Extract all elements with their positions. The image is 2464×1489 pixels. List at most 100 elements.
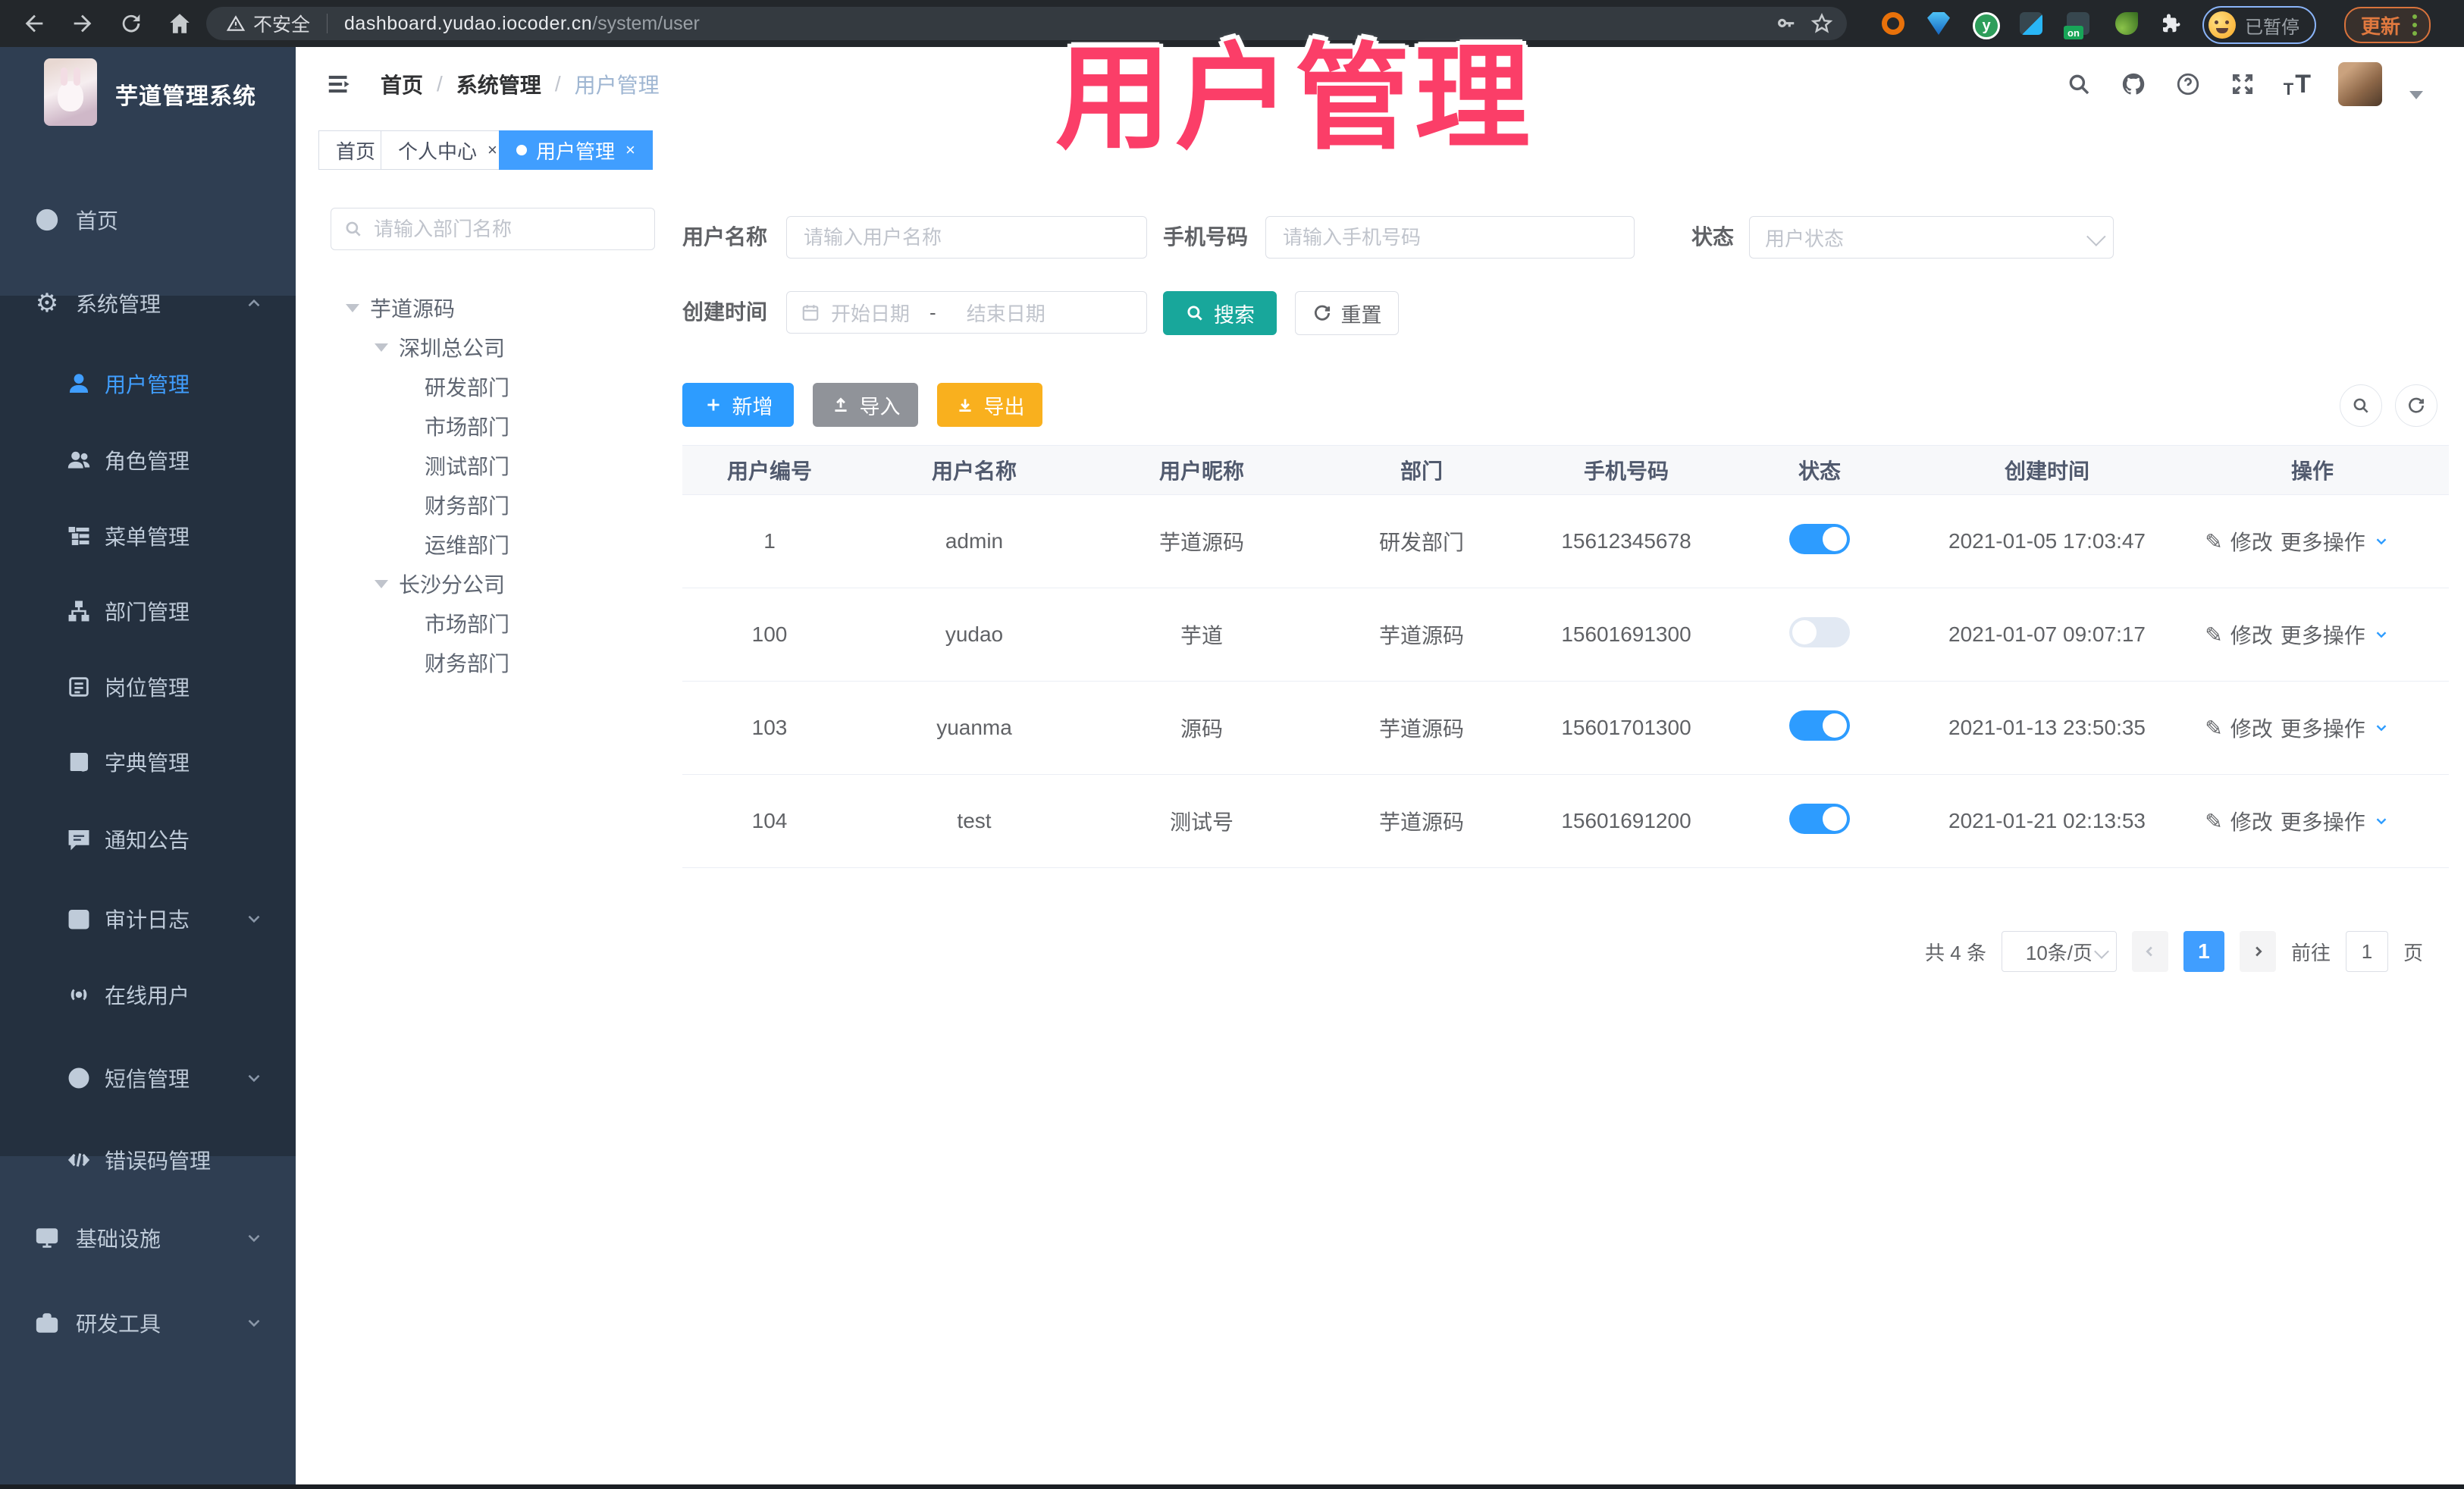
breadcrumb-home[interactable]: 首页	[381, 69, 423, 99]
page-size-select[interactable]: 10条/页	[2001, 931, 2117, 972]
more-actions-link[interactable]: 更多操作	[2281, 806, 2365, 836]
sidebar-item-online-users[interactable]: 在线用户	[0, 958, 296, 1031]
app-logo[interactable]: 芋道管理系统	[0, 47, 296, 130]
forward-icon[interactable]	[70, 11, 96, 36]
tree-node[interactable]: 深圳总公司	[296, 328, 660, 367]
add-button[interactable]: 新增	[682, 383, 794, 427]
tree-node[interactable]: 长沙分公司	[296, 564, 660, 603]
sidebar-item-notices[interactable]: 通知公告	[0, 803, 296, 876]
hamburger-icon[interactable]	[324, 70, 355, 99]
check-badge-icon	[65, 1064, 92, 1092]
sidebar-item-audit-log[interactable]: 审计日志	[0, 882, 296, 955]
bookmark-star-icon[interactable]	[1810, 12, 1833, 35]
username-input[interactable]	[802, 224, 1111, 250]
edit-link[interactable]: 修改	[2230, 619, 2273, 650]
goto-page-input[interactable]	[2345, 931, 2388, 972]
tree-node[interactable]: 芋道源码	[296, 288, 660, 328]
profile-paused-badge[interactable]: 已暂停	[2202, 6, 2316, 44]
breadcrumb-system[interactable]: 系统管理	[456, 69, 541, 99]
sidebar-item-depts[interactable]: 部门管理	[0, 575, 296, 647]
prev-page-button[interactable]	[2131, 931, 2168, 972]
close-icon[interactable]: ×	[625, 140, 635, 160]
sidebar-item-dict[interactable]: 字典管理	[0, 726, 296, 798]
table-refresh-button[interactable]	[2395, 384, 2437, 427]
tree-node[interactable]: 运维部门	[296, 525, 660, 564]
mobile-input[interactable]	[1281, 224, 1597, 250]
status-select[interactable]: 用户状态	[1749, 216, 2114, 259]
tree-node[interactable]: 市场部门	[296, 603, 660, 643]
caret-down-icon[interactable]	[375, 580, 388, 588]
user-avatar[interactable]	[2338, 62, 2382, 106]
search-icon[interactable]	[2065, 71, 2093, 98]
extension-y-icon[interactable]: y	[1973, 12, 2000, 39]
key-icon[interactable]	[1774, 12, 1797, 35]
reset-button[interactable]: 重置	[1295, 291, 1399, 335]
cell-mobile: 15612345678	[1561, 529, 1691, 553]
extension-on-badge-icon[interactable]: on	[2064, 12, 2089, 39]
font-size-icon[interactable]: TT	[2284, 70, 2311, 99]
next-page-button[interactable]	[2239, 931, 2276, 972]
extension-squares-icon[interactable]	[2020, 12, 2042, 35]
export-button[interactable]: 导出	[937, 383, 1042, 427]
chrome-menu-icon[interactable]	[2412, 14, 2418, 36]
sidebar-item-dev-tools[interactable]: 研发工具	[0, 1287, 296, 1359]
extension-ubuntu-icon[interactable]	[1882, 12, 1904, 35]
status-toggle[interactable]	[1789, 803, 1850, 834]
help-icon[interactable]	[2174, 71, 2202, 98]
sidebar-item-menus[interactable]: 菜单管理	[0, 500, 296, 572]
sidebar-item-posts[interactable]: 岗位管理	[0, 650, 296, 723]
more-actions-link[interactable]: 更多操作	[2281, 619, 2365, 650]
sidebar-item-home[interactable]: 首页	[0, 183, 296, 256]
chrome-update-button[interactable]: 更新	[2344, 7, 2431, 43]
tree-node[interactable]: 市场部门	[296, 406, 660, 446]
edit-link[interactable]: 修改	[2230, 713, 2273, 743]
mobile-field[interactable]	[1265, 216, 1635, 259]
edit-link[interactable]: 修改	[2230, 806, 2273, 836]
table-search-toggle-button[interactable]	[2340, 384, 2382, 427]
caret-down-icon[interactable]	[346, 304, 359, 312]
sidebar-item-sms[interactable]: 短信管理	[0, 1042, 296, 1114]
tree-node[interactable]: 研发部门	[296, 367, 660, 406]
import-button[interactable]: 导入	[813, 383, 918, 427]
caret-down-icon[interactable]	[375, 343, 388, 352]
sidebar-item-users[interactable]: 用户管理	[0, 347, 296, 420]
close-icon[interactable]: ×	[487, 140, 497, 160]
tab-user-management[interactable]: 用户管理 ×	[499, 130, 653, 170]
sidebar-item-infrastructure[interactable]: 基础设施	[0, 1202, 296, 1274]
address-bar[interactable]: 不安全 dashboard.yudao.iocoder.cn/system/us…	[206, 7, 1847, 40]
edit-link[interactable]: 修改	[2230, 526, 2273, 556]
tree-node[interactable]: 财务部门	[296, 643, 660, 682]
current-page-button[interactable]: 1	[2183, 931, 2224, 972]
search-button[interactable]: 搜索	[1163, 291, 1277, 335]
date-range-picker[interactable]: 开始日期 - 结束日期	[786, 291, 1147, 334]
status-toggle[interactable]	[1789, 523, 1850, 554]
sidebar-item-error-codes[interactable]: 错误码管理	[0, 1124, 296, 1196]
fullscreen-icon[interactable]	[2229, 71, 2256, 98]
not-secure-warning[interactable]: 不安全	[226, 10, 310, 37]
more-actions-link[interactable]: 更多操作	[2281, 713, 2365, 743]
home-icon[interactable]	[167, 11, 193, 36]
avatar-dropdown-caret[interactable]	[2409, 90, 2423, 99]
tab-profile[interactable]: 个人中心 ×	[381, 130, 515, 170]
extensions-puzzle-icon[interactable]	[2159, 12, 2182, 35]
dept-search-input[interactable]	[372, 216, 603, 242]
more-actions-link[interactable]: 更多操作	[2281, 526, 2365, 556]
tree-node[interactable]: 测试部门	[296, 446, 660, 485]
reload-icon[interactable]	[118, 11, 144, 36]
sidebar-item-roles[interactable]: 角色管理	[0, 424, 296, 497]
add-button-label: 新增	[732, 395, 773, 418]
breadcrumb-current: 用户管理	[574, 74, 660, 97]
status-toggle[interactable]	[1789, 616, 1850, 647]
sidebar-item-label: 用户管理	[105, 373, 190, 397]
github-icon[interactable]	[2120, 71, 2147, 98]
username-field[interactable]	[786, 216, 1147, 259]
sidebar: 芋道管理系统 首页 ⚙ 系统管理 用户管理 角色管理 菜单管理 部门管理 岗位管…	[0, 47, 296, 1489]
screen: 不安全 dashboard.yudao.iocoder.cn/system/us…	[0, 0, 2464, 1489]
status-toggle[interactable]	[1789, 710, 1850, 741]
back-icon[interactable]	[21, 11, 47, 36]
sidebar-item-system[interactable]: ⚙ 系统管理	[0, 267, 296, 340]
extension-leaf-icon[interactable]	[2115, 12, 2138, 35]
dept-search-box[interactable]	[331, 208, 655, 250]
extension-gem-icon[interactable]	[1927, 12, 1950, 35]
tree-node[interactable]: 财务部门	[296, 485, 660, 525]
